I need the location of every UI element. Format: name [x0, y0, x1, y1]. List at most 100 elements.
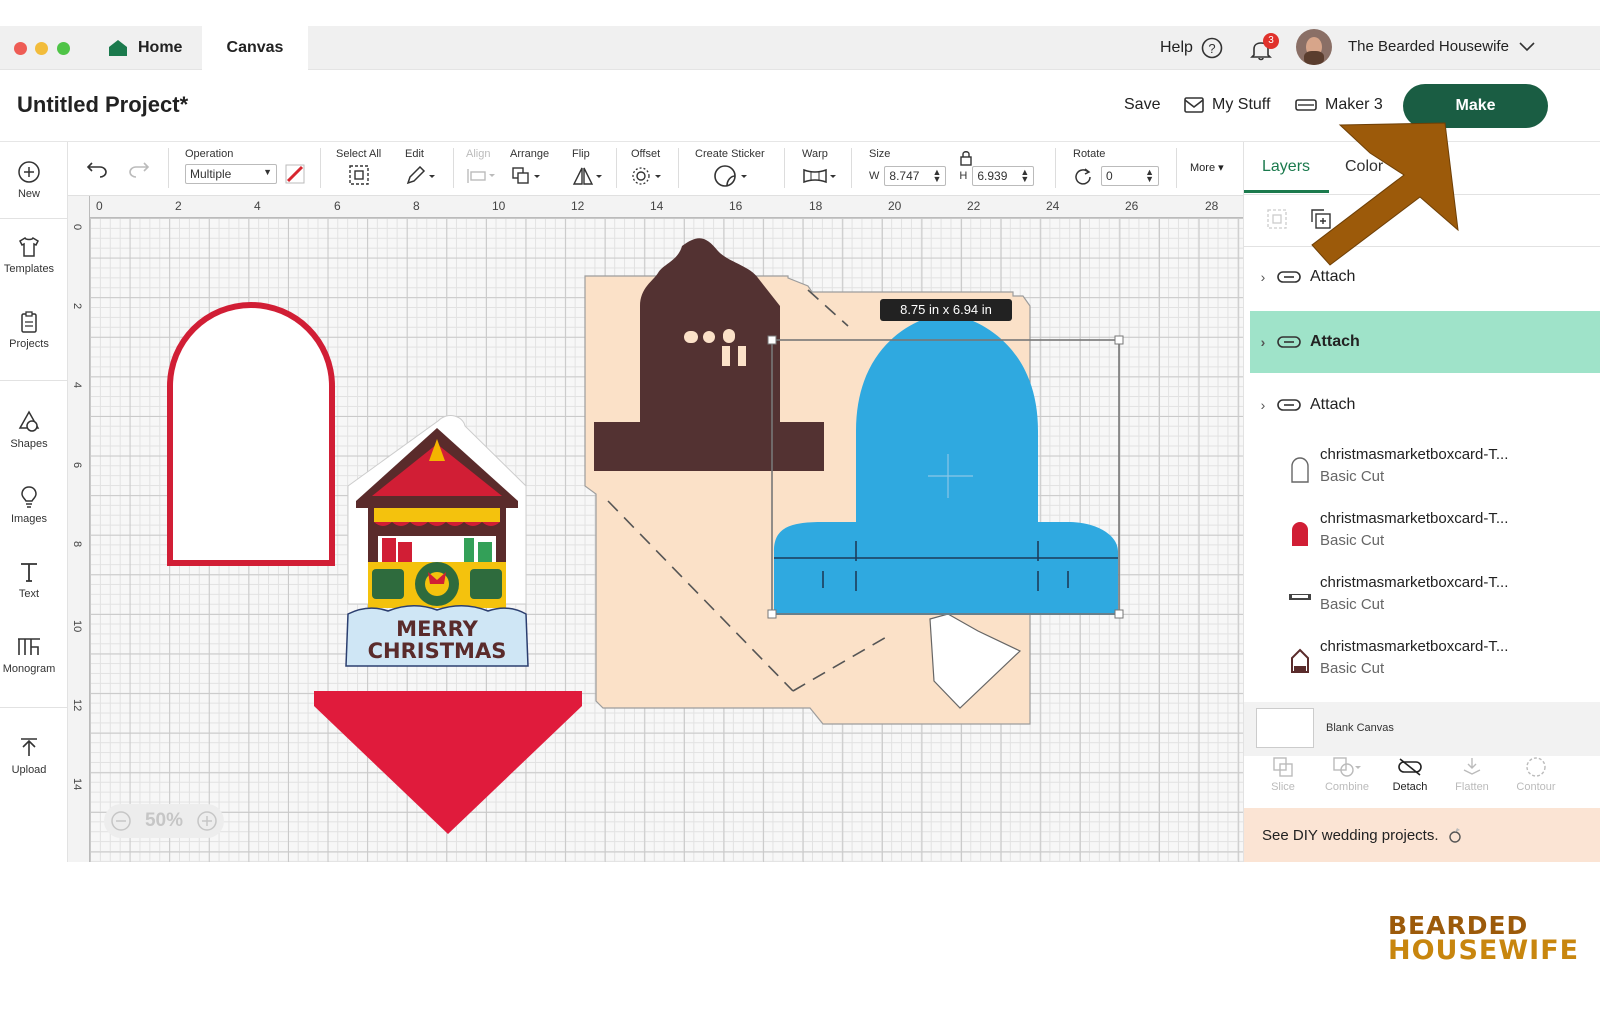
flip-menu[interactable]: Flip: [572, 148, 606, 189]
blank-canvas-label: Blank Canvas: [1326, 722, 1394, 734]
chevron-right-icon[interactable]: ›: [1250, 269, 1276, 285]
combine-button[interactable]: Combine: [1318, 756, 1376, 793]
height-input[interactable]: 6.939 ▲ ▼: [972, 166, 1035, 186]
project-title[interactable]: Untitled Project*: [17, 92, 188, 118]
rotate-value: 0: [1106, 169, 1113, 183]
height-label: H: [959, 170, 968, 182]
contour-icon: [1526, 757, 1546, 777]
sidebar-item-upload[interactable]: Upload: [0, 736, 58, 776]
layer-type: Basic Cut: [1320, 468, 1385, 485]
maximize-window-button[interactable]: [57, 42, 70, 55]
question-icon: ?: [1201, 37, 1223, 59]
contour-button[interactable]: Contour: [1507, 756, 1565, 793]
group-icon[interactable]: [1266, 208, 1288, 230]
layer-item[interactable]: christmasmarketboxcard-T... Basic Cut: [1250, 632, 1600, 696]
undo-icon[interactable]: [86, 160, 108, 178]
home-icon: [109, 40, 127, 56]
zoom-out-icon[interactable]: [110, 810, 132, 832]
sidebar-item-label: Projects: [9, 338, 49, 350]
flip-label: Flip: [572, 148, 590, 160]
sidebar-item-text[interactable]: Text: [0, 560, 58, 600]
annotation-arrow: [1311, 122, 1459, 266]
design-shapes: MERRY CHRISTMAS: [167, 238, 1124, 834]
offset-label: Offset: [631, 148, 661, 160]
warp-label: Warp: [802, 148, 828, 160]
layer-item[interactable]: christmasmarketboxcard-T... Basic Cut: [1250, 440, 1600, 504]
select-all-button[interactable]: Select All: [336, 148, 381, 189]
detach-label: Detach: [1392, 781, 1428, 793]
sidebar-item-monogram[interactable]: Monogram: [0, 635, 58, 675]
slice-button[interactable]: Slice: [1254, 756, 1312, 793]
design-canvas[interactable]: 0 2 4 6 8 10 12 14 16 18 20 22 24 26 28 …: [68, 196, 1243, 862]
more-menu[interactable]: More ▾: [1190, 161, 1224, 174]
tab-home[interactable]: Home: [96, 26, 202, 70]
sidebar-item-templates[interactable]: Templates: [0, 235, 58, 275]
blank-canvas-swatch[interactable]: [1256, 708, 1314, 748]
flatten-icon: [1463, 758, 1481, 775]
shirt-icon: [19, 236, 39, 257]
user-menu[interactable]: The Bearded Housewife: [1348, 38, 1535, 55]
rotate-input[interactable]: 0 ▲ ▼: [1101, 166, 1159, 186]
attach-icon: [1277, 271, 1301, 283]
sidebar-item-shapes[interactable]: Shapes: [0, 410, 58, 450]
sidebar-item-label: Monogram: [2, 663, 56, 675]
promo-text: See DIY wedding projects.: [1262, 826, 1439, 844]
sidebar-item-new[interactable]: New: [0, 160, 58, 200]
pencil-icon: [406, 165, 435, 185]
warp-menu[interactable]: Warp: [802, 148, 840, 189]
pen-color-icon[interactable]: [285, 164, 305, 184]
attach-icon: [1277, 399, 1301, 411]
rotate-icon[interactable]: [1073, 166, 1093, 186]
redo-icon[interactable]: [128, 160, 150, 178]
operation-select[interactable]: Multiple ▼: [185, 164, 277, 184]
create-sticker-button[interactable]: Create Sticker: [695, 148, 765, 191]
layer-name: christmasmarketboxcard-T...: [1320, 510, 1509, 527]
align-menu[interactable]: Align: [466, 148, 498, 187]
flip-icon: [572, 167, 602, 185]
zoom-control: 50%: [104, 804, 224, 838]
monogram-icon: [18, 638, 40, 655]
promo-banner[interactable]: See DIY wedding projects.: [1244, 808, 1600, 862]
avatar[interactable]: [1296, 29, 1332, 65]
height-value: 6.939: [977, 169, 1008, 183]
sidebar-item-images[interactable]: Images: [0, 485, 58, 525]
sidebar-item-projects[interactable]: Projects: [0, 310, 58, 350]
combine-label: Combine: [1324, 781, 1370, 793]
layer-group-row-selected[interactable]: › Attach: [1250, 311, 1600, 373]
my-stuff-button[interactable]: My Stuff: [1184, 96, 1270, 114]
chevron-down-icon: [1519, 41, 1535, 51]
size-label: Size: [869, 148, 891, 160]
my-stuff-label: My Stuff: [1212, 96, 1271, 113]
lock-icon[interactable]: [959, 150, 973, 166]
layer-item[interactable]: christmasmarketboxcard-T... Basic Cut: [1250, 568, 1600, 632]
blank-canvas-row[interactable]: Blank Canvas: [1244, 702, 1600, 756]
layer-group-row[interactable]: › Attach: [1250, 374, 1600, 436]
width-input[interactable]: 8.747 ▲ ▼: [884, 166, 947, 186]
tab-canvas-label: Canvas: [226, 39, 284, 56]
chevron-right-icon[interactable]: ›: [1250, 397, 1276, 413]
save-button[interactable]: Save: [1124, 96, 1160, 114]
arrange-menu[interactable]: Arrange: [510, 148, 549, 189]
select-all-icon: [348, 165, 369, 185]
chevron-right-icon[interactable]: ›: [1250, 334, 1276, 350]
close-window-button[interactable]: [14, 42, 27, 55]
help-label: Help: [1160, 39, 1193, 56]
house-thumbnail: [1291, 648, 1309, 673]
notifications-button[interactable]: 3: [1249, 33, 1279, 63]
contour-label: Contour: [1516, 781, 1556, 793]
flatten-button[interactable]: Flatten: [1443, 756, 1501, 793]
layer-item[interactable]: christmasmarketboxcard-T... Basic Cut: [1250, 504, 1600, 568]
sign-text-line2: CHRISTMAS: [368, 639, 507, 663]
user-name: The Bearded Housewife: [1348, 38, 1509, 55]
tab-canvas[interactable]: Canvas: [202, 26, 308, 70]
minimize-window-button[interactable]: [35, 42, 48, 55]
rotate-group: Rotate 0 ▲ ▼: [1073, 148, 1159, 186]
sidebar-item-label: Text: [18, 588, 40, 600]
zoom-in-icon[interactable]: [196, 810, 218, 832]
shapes-icon: [18, 410, 40, 432]
offset-menu[interactable]: Offset: [631, 148, 665, 189]
detach-button[interactable]: Detach: [1381, 756, 1439, 793]
help-button[interactable]: Help ?: [1160, 37, 1223, 59]
detach-icon: [1398, 758, 1422, 776]
edit-menu[interactable]: Edit: [405, 148, 437, 189]
